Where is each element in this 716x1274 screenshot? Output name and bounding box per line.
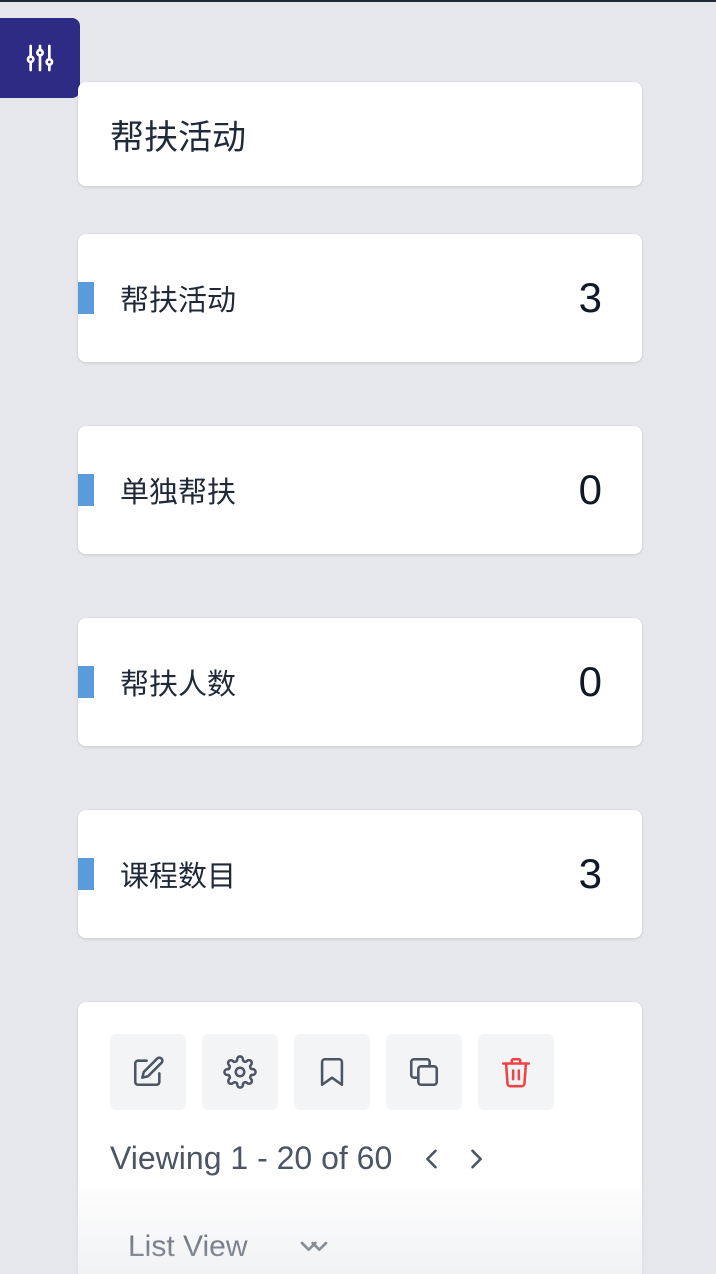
stat-label: 帮扶活动 (120, 283, 237, 317)
stat-label: 帮扶人数 (120, 667, 237, 701)
stat-label: 课程数目 (120, 859, 237, 893)
bookmark-icon (320, 1057, 344, 1087)
copy-icon (409, 1057, 439, 1087)
filter-toggle-button[interactable] (0, 18, 80, 98)
stat-value: 3 (578, 850, 602, 897)
copy-button[interactable] (386, 1034, 462, 1110)
next-page-button[interactable] (462, 1145, 490, 1173)
chevron-left-icon (426, 1149, 438, 1168)
previous-page-button[interactable] (418, 1145, 446, 1173)
stat-value: 3 (578, 274, 602, 321)
gear-icon (223, 1055, 257, 1089)
pagination-status: Viewing 1 - 20 of 60 (110, 1140, 393, 1176)
page-title-card: 帮扶活动 (78, 82, 642, 186)
page-title: 帮扶活动 (110, 117, 246, 158)
stat-card-courses: 课程数目 3 (78, 810, 642, 938)
stat-accent-bar (78, 666, 94, 698)
bookmark-button[interactable] (294, 1034, 370, 1110)
pagination: Viewing 1 - 20 of 60 (110, 1140, 490, 1177)
stat-value: 0 (578, 466, 602, 513)
trash-icon (501, 1057, 531, 1088)
sliders-icon (26, 44, 54, 72)
edit-icon (133, 1056, 164, 1087)
stat-card-individual: 单独帮扶 0 (78, 426, 642, 554)
stat-value: 0 (578, 658, 602, 705)
double-chevron-down-icon (300, 1241, 327, 1251)
chevron-right-icon (471, 1149, 483, 1168)
stat-accent-bar (78, 282, 94, 314)
stat-accent-bar (78, 858, 94, 890)
stat-card-people: 帮扶人数 0 (78, 618, 642, 746)
delete-button[interactable] (478, 1034, 554, 1110)
stat-label: 单独帮扶 (120, 475, 237, 509)
view-selector-label: List View (128, 1230, 248, 1263)
action-buttons (110, 1034, 554, 1110)
stat-card-activities: 帮扶活动 3 (78, 234, 642, 362)
view-selector[interactable]: List View (128, 1230, 330, 1264)
edit-button[interactable] (110, 1034, 186, 1110)
list-toolbar: Viewing 1 - 20 of 60 List View (78, 1002, 642, 1274)
settings-button[interactable] (202, 1034, 278, 1110)
stat-accent-bar (78, 474, 94, 506)
